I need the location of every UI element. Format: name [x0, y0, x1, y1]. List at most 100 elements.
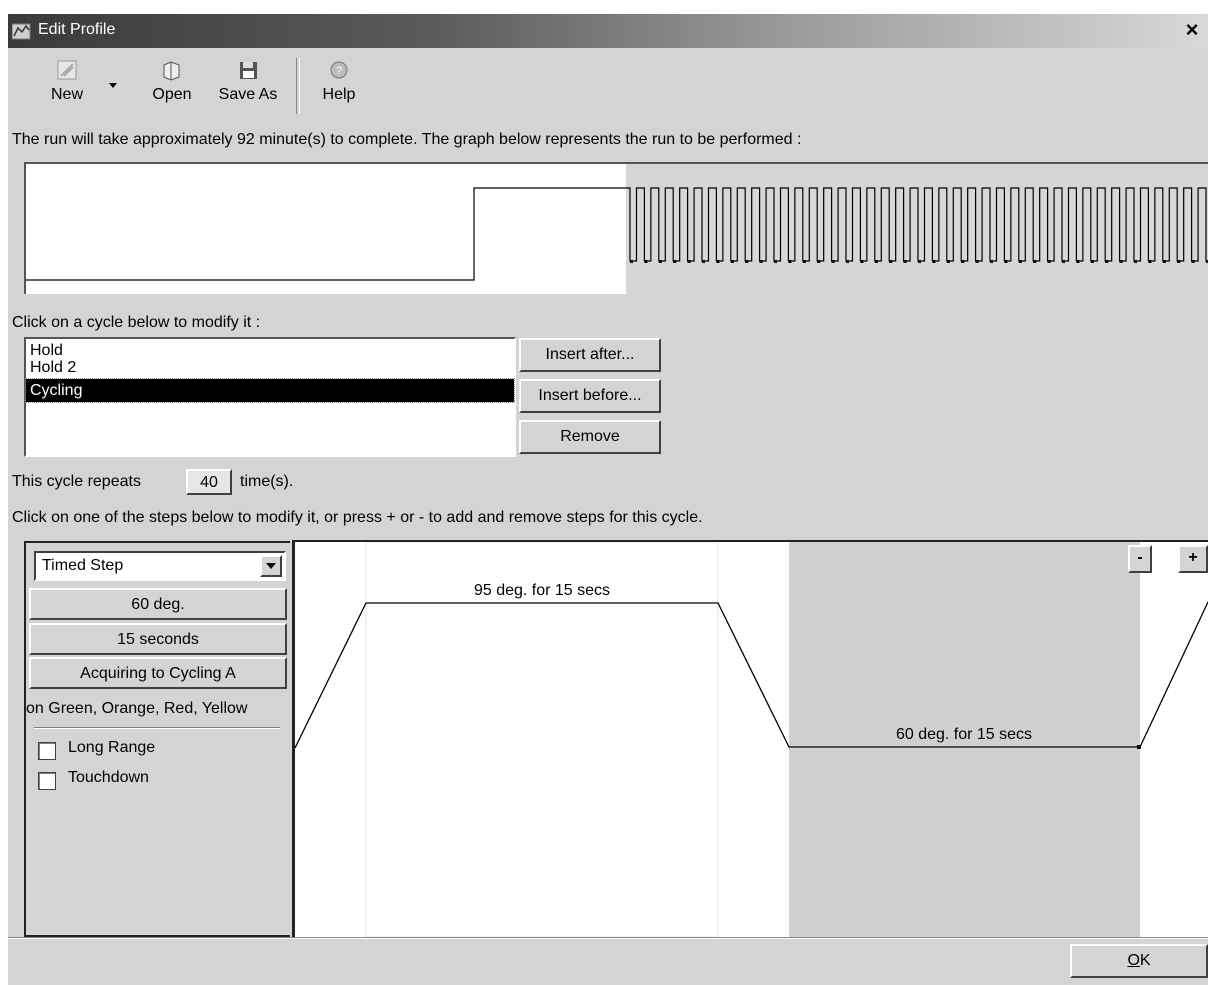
footer-divider [8, 937, 1208, 939]
open-button[interactable]: Open [142, 56, 202, 116]
ok-button[interactable]: OK [1070, 944, 1208, 978]
run-overview-graph [24, 162, 1208, 294]
steps-prompt: Click on one of the steps below to modif… [12, 509, 703, 526]
acquisition-marker [702, 260, 705, 263]
step-60-label: 60 deg. for 15 secs [896, 726, 1032, 743]
acquisition-marker [975, 260, 979, 263]
add-step-button[interactable]: + [1178, 545, 1208, 573]
hold-profile-line [26, 187, 626, 281]
repeat-count-field[interactable]: 40 [186, 469, 232, 495]
step-editor-panel: Timed Step 60 deg. 15 seconds Acquiring … [24, 541, 290, 937]
close-button[interactable]: × [1180, 18, 1204, 42]
new-label: New [50, 86, 83, 103]
long-range-label: Long Range [68, 739, 156, 756]
repeat-suffix: time(s). [240, 473, 294, 490]
acquisition-marker [817, 260, 821, 263]
step-graph-svg: 95 deg. for 15 secs 60 deg. for 15 secs [295, 542, 1208, 937]
ok-rest: K [1139, 952, 1151, 969]
acquisition-marker [889, 260, 893, 263]
new-button[interactable]: New [42, 56, 92, 116]
acquisition-marker [673, 260, 677, 263]
chevron-down-icon[interactable] [260, 555, 282, 577]
new-profile-icon [57, 60, 77, 80]
temperature-button[interactable]: 60 deg. [29, 588, 287, 620]
step-95-region[interactable] [365, 542, 719, 937]
cycle-list[interactable]: Hold Hold 2 Cycling [24, 337, 516, 457]
touchdown-checkbox[interactable] [38, 772, 56, 790]
acquisition-marker [1076, 260, 1080, 263]
long-range-checkbox[interactable] [38, 742, 56, 760]
step-95-label: 95 deg. for 15 secs [474, 582, 610, 599]
touchdown-label: Touchdown [68, 769, 149, 786]
acquisition-marker [860, 260, 864, 263]
svg-text:?: ? [336, 65, 342, 77]
window-title: Edit Profile [38, 21, 116, 38]
step-type-value: Timed Step [42, 557, 124, 574]
acquisition-marker [1148, 260, 1152, 263]
acquisition-marker [630, 260, 633, 263]
acquisition-marker [730, 260, 734, 263]
toolbar: New Open Save As ? Help [8, 48, 1208, 120]
acquisition-marker [1134, 260, 1137, 263]
panel-divider [34, 727, 280, 729]
save-as-label: Save As [218, 86, 278, 103]
acquisition-marker [1033, 260, 1037, 263]
cycle-prompt: Click on a cycle below to modify it : [12, 314, 261, 331]
acquisition-marker [1105, 260, 1109, 263]
remove-button[interactable]: Remove [519, 420, 661, 454]
acquisition-marker [1162, 260, 1166, 263]
acquisition-marker [831, 260, 835, 263]
acquisition-marker [1062, 260, 1065, 263]
step-handle[interactable] [1137, 745, 1141, 749]
step-graph-area[interactable]: 95 deg. for 15 secs 60 deg. for 15 secs [292, 540, 1208, 937]
insert-before-button[interactable]: Insert before... [519, 379, 661, 413]
acquisition-marker [874, 260, 878, 263]
acquisition-marker [918, 260, 921, 263]
acquisition-marker [774, 260, 777, 263]
repeat-prefix: This cycle repeats [12, 473, 141, 490]
acquisition-marker [990, 260, 993, 263]
ok-mnemonic: O [1127, 952, 1140, 969]
acquisition-marker [802, 260, 806, 263]
save-floppy-icon [240, 62, 257, 79]
cycle-item-hold-2[interactable]: Hold 2 [26, 356, 514, 379]
acquisition-marker [788, 260, 792, 263]
acquisition-marker [716, 260, 720, 263]
help-label: Help [322, 86, 356, 103]
new-dropdown-icon[interactable] [108, 82, 118, 90]
step-type-select[interactable]: Timed Step [34, 551, 286, 581]
acquisition-marker [1090, 260, 1094, 263]
acquisition-marker [658, 260, 662, 263]
cycling-region [626, 164, 1208, 294]
help-button[interactable]: ? Help [314, 56, 364, 116]
acquisition-marker [1119, 260, 1123, 263]
insert-after-button[interactable]: Insert after... [519, 338, 661, 372]
acquisition-marker [1047, 260, 1051, 263]
acquisition-marker [1004, 260, 1008, 263]
title-bar: Edit Profile × [8, 14, 1208, 48]
acquisition-marker [846, 260, 849, 263]
acquisition-marker [644, 260, 648, 263]
acquisition-marker [745, 260, 749, 263]
run-summary-text: The run will take approximately 92 minut… [12, 131, 802, 148]
open-icon [163, 61, 180, 81]
acquisition-marker [932, 260, 936, 263]
help-icon: ? [330, 61, 348, 79]
acquisition-marker [687, 260, 691, 263]
acquiring-button[interactable]: Acquiring to Cycling A [29, 657, 287, 689]
acquisition-marker [1191, 260, 1195, 263]
toolbar-separator [296, 58, 300, 114]
acquisition-marker [961, 260, 965, 263]
acquisition-marker [759, 260, 763, 263]
acquire-channels-text: on Green, Orange, Red, Yellow [26, 700, 248, 717]
acquisition-marker [1018, 260, 1022, 263]
open-label: Open [152, 86, 192, 103]
cycle-item-cycling[interactable]: Cycling [25, 378, 515, 403]
acquisition-marker [903, 260, 907, 263]
duration-button[interactable]: 15 seconds [29, 623, 287, 655]
acquisition-marker [1177, 260, 1181, 263]
profile-graph-icon [12, 23, 31, 40]
save-as-button[interactable]: Save As [208, 56, 288, 116]
run-overview-svg [26, 164, 1208, 294]
remove-step-button[interactable]: - [1128, 545, 1152, 573]
